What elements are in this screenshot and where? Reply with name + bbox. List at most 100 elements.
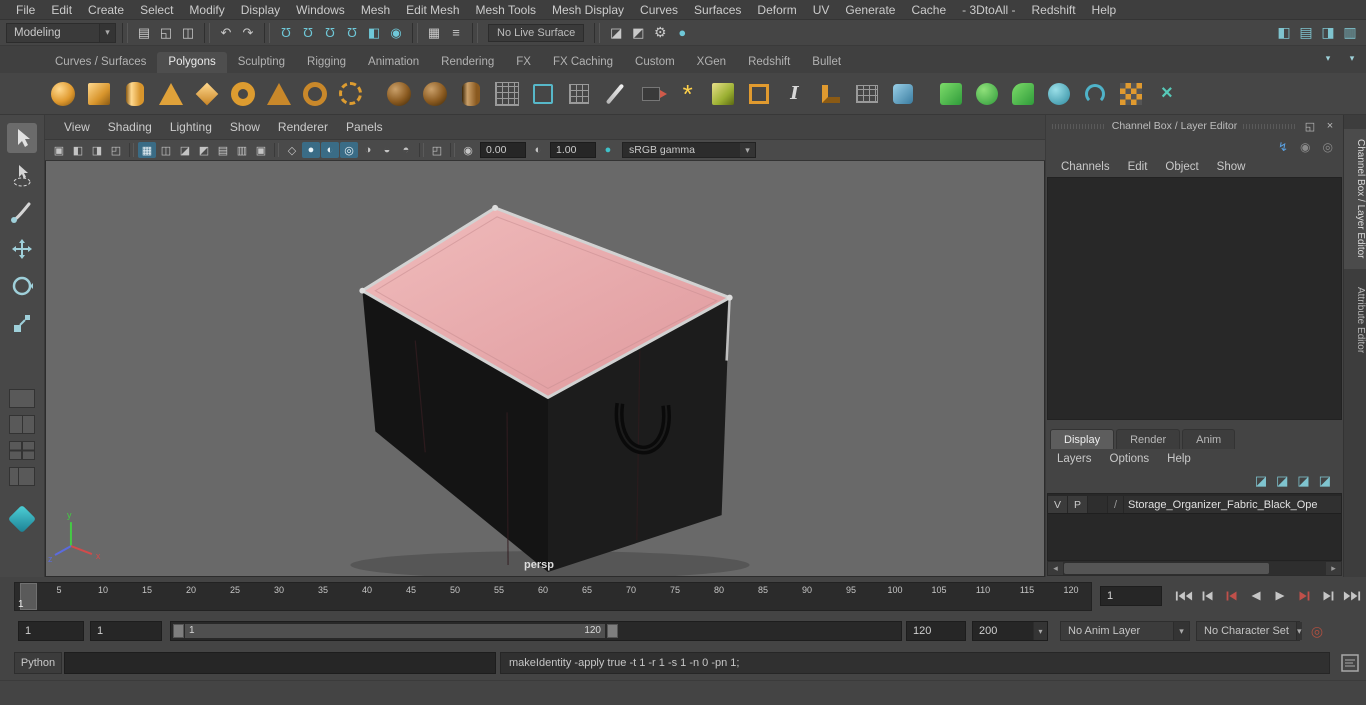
- use-all-lights-icon[interactable]: ◎: [340, 142, 358, 158]
- safe-title-icon[interactable]: ▣: [252, 142, 270, 158]
- bookmarks-icon[interactable]: ◧: [69, 142, 87, 158]
- shelf-combine-icon[interactable]: [934, 77, 967, 110]
- command-input[interactable]: [64, 652, 496, 674]
- layer-color-icon[interactable]: /: [1108, 496, 1124, 513]
- shelf-platonic-icon[interactable]: [190, 77, 223, 110]
- shelf-grid-add-icon[interactable]: [562, 77, 595, 110]
- menu-uv[interactable]: UV: [805, 0, 838, 20]
- channelbox-menu-show[interactable]: Show: [1208, 161, 1255, 173]
- shelf-mesh-cleanup-icon[interactable]: ×: [1150, 77, 1183, 110]
- layout-persp-outliner-button[interactable]: [9, 467, 35, 486]
- scale-tool[interactable]: [7, 308, 37, 338]
- panel-menu-show[interactable]: Show: [221, 120, 269, 134]
- lasso-select-tool[interactable]: [7, 160, 37, 190]
- snap-to-curve-icon[interactable]: Ω: [298, 23, 318, 43]
- channelbox-menu-object[interactable]: Object: [1156, 161, 1207, 173]
- shelf-boolean-union-icon[interactable]: [1006, 77, 1039, 110]
- paint-select-tool[interactable]: [7, 197, 37, 227]
- shelf-tab-animation[interactable]: Animation: [357, 52, 430, 73]
- shelf-tab-xgen[interactable]: XGen: [686, 52, 737, 73]
- auto-keyframe-icon[interactable]: ◎: [1306, 621, 1328, 641]
- tab-attribute-editor[interactable]: Attribute Editor: [1344, 277, 1366, 363]
- chevron-down-icon[interactable]: ▾: [1033, 622, 1047, 640]
- menu-mesh-tools[interactable]: Mesh Tools: [468, 0, 544, 20]
- pan-zoom-icon[interactable]: ◰: [107, 142, 125, 158]
- shelf-extrude-icon[interactable]: [634, 77, 667, 110]
- drag-grip[interactable]: [1052, 123, 1106, 129]
- shelf-create-polygon-icon[interactable]: [598, 77, 631, 110]
- shelf-helix-icon[interactable]: [334, 77, 367, 110]
- layout-single-pane-button[interactable]: [9, 389, 35, 408]
- image-plane-icon[interactable]: ▣: [50, 142, 68, 158]
- layer-name[interactable]: Storage_Organizer_Fabric_Black_Ope: [1124, 496, 1341, 513]
- step-back-key-button[interactable]: [1220, 585, 1243, 607]
- shelf-transfer-attributes-icon[interactable]: [1114, 77, 1147, 110]
- scroll-left-icon[interactable]: ◂: [1048, 563, 1063, 574]
- group-separator[interactable]: [412, 22, 418, 43]
- toggle-tool-settings-icon[interactable]: ◨: [1318, 23, 1338, 43]
- snap-to-point-icon[interactable]: Ω: [320, 23, 340, 43]
- shelf-mirror-geometry-icon[interactable]: [1042, 77, 1075, 110]
- layer-visibility-toggle[interactable]: V: [1048, 496, 1068, 513]
- step-back-frame-button[interactable]: [1196, 585, 1219, 607]
- step-forward-frame-button[interactable]: [1316, 585, 1339, 607]
- range-handle-end[interactable]: [607, 624, 618, 638]
- grid-toggle-icon[interactable]: ▦: [138, 142, 156, 158]
- undo-icon[interactable]: ↶: [216, 23, 236, 43]
- h-scrollbar-track[interactable]: [1063, 562, 1326, 575]
- menu-display[interactable]: Display: [233, 0, 288, 20]
- animation-preferences-icon[interactable]: [1334, 621, 1356, 641]
- panel-menu-view[interactable]: View: [55, 120, 99, 134]
- menu-surfaces[interactable]: Surfaces: [686, 0, 749, 20]
- live-surface-field[interactable]: No Live Surface: [488, 23, 585, 42]
- shelf-smart-extract-icon[interactable]: *: [670, 77, 703, 110]
- create-layer-from-selected-icon[interactable]: ◪: [1319, 473, 1331, 489]
- menu-redshift[interactable]: Redshift: [1024, 0, 1084, 20]
- field-chart-icon[interactable]: ▤: [214, 142, 232, 158]
- color-management-icon[interactable]: ●: [599, 142, 617, 158]
- make-live-icon[interactable]: ◉: [386, 23, 406, 43]
- shelf-cube-wire-icon[interactable]: [526, 77, 559, 110]
- layer-playback-toggle[interactable]: P: [1068, 496, 1088, 513]
- anim-layer-dropdown[interactable]: No Anim Layer ▾: [1060, 621, 1190, 641]
- shelf-sphere-project-icon[interactable]: [382, 77, 415, 110]
- expression-icon[interactable]: ↯: [1278, 140, 1288, 154]
- command-result[interactable]: makeIdentity -apply true -t 1 -r 1 -s 1 …: [500, 652, 1330, 674]
- isolate-select-icon[interactable]: ◰: [428, 142, 446, 158]
- shelf-cylinder-project-icon[interactable]: [454, 77, 487, 110]
- modeling-toolkit-icon[interactable]: [7, 504, 37, 534]
- shelf-tab-fx-caching[interactable]: FX Caching: [542, 52, 624, 73]
- safe-action-icon[interactable]: ▥: [233, 142, 251, 158]
- panel-menu-panels[interactable]: Panels: [337, 120, 392, 134]
- layer-list[interactable]: V P / Storage_Organizer_Fabric_Black_Ope: [1047, 493, 1342, 561]
- resolution-gate-icon[interactable]: ◪: [176, 142, 194, 158]
- shadows-icon[interactable]: ◑: [359, 142, 377, 158]
- channel-box-header[interactable]: Channel Box / Layer Editor ◱ ×: [1046, 115, 1343, 137]
- menu-mesh-display[interactable]: Mesh Display: [544, 0, 632, 20]
- h-scrollbar-thumb[interactable]: [1064, 563, 1270, 574]
- panel-menu-shading[interactable]: Shading: [99, 120, 161, 134]
- menu-deform[interactable]: Deform: [749, 0, 804, 20]
- script-editor-icon[interactable]: [1340, 653, 1360, 673]
- layer-menu-help[interactable]: Help: [1158, 453, 1200, 465]
- layer-display-type-toggle[interactable]: [1088, 496, 1108, 513]
- playback-end-field[interactable]: 120: [906, 621, 966, 641]
- shelf-tab-curves-surfaces[interactable]: Curves / Surfaces: [44, 52, 157, 73]
- move-tool[interactable]: [7, 234, 37, 264]
- menu-curves[interactable]: Curves: [632, 0, 686, 20]
- motion-blur-icon[interactable]: ◓: [397, 142, 415, 158]
- toggle-attribute-editor-icon[interactable]: ▤: [1296, 23, 1316, 43]
- shelf-boolean-frame-icon[interactable]: [742, 77, 775, 110]
- menu-edit[interactable]: Edit: [43, 0, 80, 20]
- toggle-modeling-toolkit-icon[interactable]: ◧: [1274, 23, 1294, 43]
- create-empty-layer-icon[interactable]: ◪: [1297, 473, 1309, 489]
- layout-two-pane-button[interactable]: [9, 415, 35, 434]
- animation-start-field[interactable]: 1: [90, 621, 162, 641]
- menu-cache[interactable]: Cache: [903, 0, 954, 20]
- menu-select[interactable]: Select: [132, 0, 181, 20]
- layer-tab-display[interactable]: Display: [1050, 429, 1115, 449]
- snap-to-projected-center-icon[interactable]: Ω: [342, 23, 362, 43]
- go-to-end-button[interactable]: [1340, 585, 1363, 607]
- layer-tab-anim[interactable]: Anim: [1182, 429, 1236, 449]
- layer-tab-render[interactable]: Render: [1116, 429, 1181, 449]
